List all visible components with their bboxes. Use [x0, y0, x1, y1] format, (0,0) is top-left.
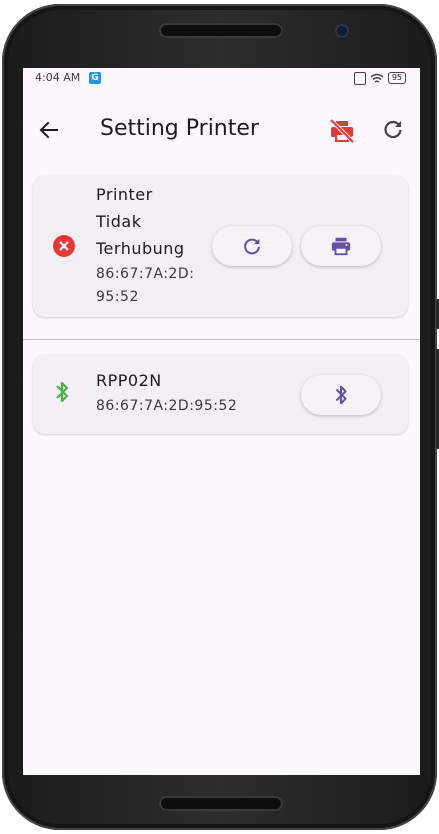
wifi-icon — [370, 73, 384, 83]
reconnect-button[interactable] — [212, 226, 292, 266]
error-circle-icon — [59, 241, 69, 251]
current-printer-card: Printer Tidak Terhubung 86:67:7A:2D: 95:… — [33, 175, 408, 317]
device-name: RPP02N — [96, 371, 162, 390]
top-speaker — [159, 23, 283, 38]
refresh-icon — [384, 120, 402, 139]
printer-mac-address: 95:52 — [96, 289, 139, 305]
status-time: 4:04 AM — [35, 71, 81, 84]
printer-disconnect-button[interactable] — [328, 117, 356, 145]
bottom-speaker — [159, 796, 283, 811]
printer-status-line: Printer — [96, 185, 153, 204]
status-icons: 95 — [353, 71, 406, 85]
status-bar: 4:04 AM G 95 — [23, 68, 420, 88]
section-divider — [23, 339, 420, 340]
bluetooth-icon — [56, 381, 69, 403]
refresh-icon — [244, 238, 260, 255]
test-print-button[interactable] — [301, 226, 381, 266]
battery-indicator: 95 — [387, 72, 406, 84]
printer-status-line: Tidak — [96, 212, 142, 231]
device-list-item[interactable]: RPP02N 86:67:7A:2D:95:52 — [33, 354, 408, 434]
back-button[interactable] — [37, 118, 65, 142]
app-screen: 4:04 AM G 95 Setting Printer Printer Tid… — [23, 68, 420, 775]
refresh-button[interactable] — [381, 117, 409, 145]
bluetooth-connect-button[interactable] — [301, 375, 381, 415]
printer-icon — [331, 237, 351, 256]
printer-mac-address: 86:67:7A:2D: — [96, 266, 195, 282]
nfc-icon — [353, 71, 366, 85]
device-mac-address: 86:67:7A:2D:95:52 — [96, 398, 238, 414]
arrow-left-icon — [39, 121, 58, 139]
page-title: Setting Printer — [100, 116, 259, 141]
printer-status-line: Terhubung — [96, 239, 185, 258]
google-notification-icon: G — [89, 72, 101, 84]
connection-status-badge — [53, 235, 75, 257]
app-bar: Setting Printer — [23, 108, 420, 152]
print-disabled-icon — [329, 118, 355, 144]
bluetooth-icon — [335, 385, 347, 405]
front-camera — [335, 24, 349, 38]
